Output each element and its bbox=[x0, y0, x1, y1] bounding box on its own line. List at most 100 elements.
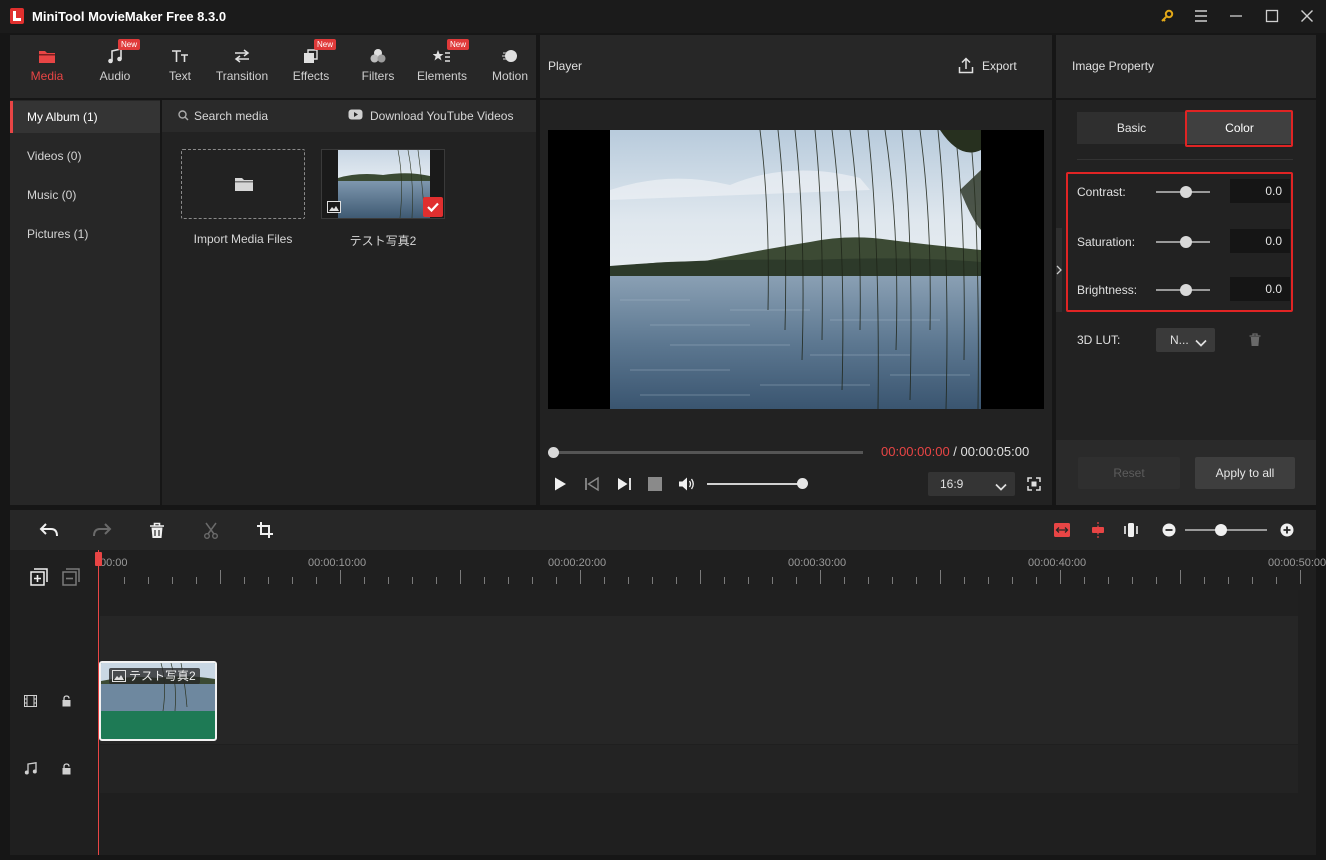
ruler-tick bbox=[268, 577, 269, 584]
import-media-tile[interactable] bbox=[181, 149, 305, 219]
tab-text[interactable]: Text bbox=[163, 35, 197, 98]
export-icon bbox=[958, 57, 974, 77]
sidebar-item-videos[interactable]: Videos (0) bbox=[10, 140, 160, 172]
lut-select[interactable]: N... bbox=[1156, 328, 1215, 352]
undo-icon[interactable] bbox=[38, 520, 60, 540]
tab-audio[interactable]: New Audio bbox=[94, 35, 141, 98]
ruler-tick bbox=[196, 577, 197, 584]
ruler-tick bbox=[244, 577, 245, 584]
add-track-icon[interactable] bbox=[30, 568, 48, 589]
ruler-tick bbox=[988, 577, 989, 584]
tab-effects-label: Effects bbox=[292, 69, 330, 83]
text-icon bbox=[171, 46, 189, 66]
ruler-tick bbox=[1228, 577, 1229, 584]
ruler-tick bbox=[340, 570, 341, 584]
video-track-lock-icon[interactable] bbox=[61, 695, 72, 710]
playback-progress-knob[interactable] bbox=[548, 447, 559, 458]
lake-photo-thumbnail bbox=[338, 150, 430, 218]
ruler-tick bbox=[724, 577, 725, 584]
ruler-tick bbox=[892, 577, 893, 584]
fit-timeline-icon[interactable] bbox=[1051, 520, 1073, 540]
brightness-value[interactable]: 0.0 bbox=[1230, 277, 1290, 301]
sidebar-item-my-album[interactable]: My Album (1) bbox=[10, 101, 160, 133]
ruler-tick bbox=[364, 577, 365, 584]
magnet-snap-icon[interactable] bbox=[1087, 520, 1109, 540]
download-youtube-button[interactable]: Download YouTube Videos bbox=[370, 109, 513, 123]
remove-track-icon[interactable] bbox=[62, 568, 80, 589]
saturation-slider-knob[interactable] bbox=[1180, 236, 1192, 248]
video-preview[interactable] bbox=[548, 130, 1044, 409]
key-icon[interactable] bbox=[1156, 6, 1178, 26]
zoom-slider-knob[interactable] bbox=[1215, 524, 1227, 536]
ruler-tick bbox=[820, 570, 821, 584]
minimize-button[interactable] bbox=[1225, 6, 1247, 26]
playhead-handle[interactable] bbox=[95, 552, 102, 566]
play-button[interactable] bbox=[552, 476, 568, 492]
volume-slider-fill bbox=[707, 483, 802, 485]
tab-basic[interactable]: Basic bbox=[1077, 112, 1186, 144]
tab-motion[interactable]: Motion bbox=[489, 35, 531, 98]
ruler-tick bbox=[604, 577, 605, 584]
color-tab-highlight bbox=[1185, 110, 1293, 147]
next-frame-button[interactable] bbox=[616, 476, 632, 492]
divider bbox=[1077, 159, 1293, 160]
ruler-tick bbox=[652, 577, 653, 584]
tab-effects[interactable]: New Effects bbox=[290, 35, 337, 98]
delete-icon[interactable] bbox=[146, 520, 168, 540]
audio-mixer-icon[interactable] bbox=[1120, 520, 1142, 540]
collapse-handle[interactable] bbox=[1056, 228, 1062, 312]
player-header: Player Export bbox=[540, 35, 1052, 98]
sidebar-item-music[interactable]: Music (0) bbox=[10, 179, 160, 211]
redo-icon[interactable] bbox=[91, 520, 113, 540]
playback-progress-track[interactable] bbox=[553, 451, 863, 454]
audio-track-lock-icon[interactable] bbox=[61, 763, 72, 778]
tab-elements[interactable]: New Elements bbox=[415, 35, 470, 98]
apply-to-all-button[interactable]: Apply to all bbox=[1195, 457, 1295, 489]
image-type-icon bbox=[112, 670, 126, 685]
tab-elements-label: Elements bbox=[416, 69, 468, 83]
volume-slider-knob[interactable] bbox=[797, 478, 808, 489]
export-button[interactable]: Export bbox=[952, 53, 1024, 79]
aspect-ratio-select[interactable]: 16:9 bbox=[928, 472, 1015, 496]
tab-transition-label: Transition bbox=[215, 69, 269, 83]
sidebar-item-pictures[interactable]: Pictures (1) bbox=[10, 218, 160, 250]
video-track[interactable] bbox=[100, 657, 1298, 744]
tab-media[interactable]: Media bbox=[26, 35, 68, 98]
time-ruler[interactable]: 00:00 00:00:10:00 00:00:20:00 00:00:30:0… bbox=[100, 550, 1326, 590]
zoom-in-icon[interactable] bbox=[1276, 520, 1298, 540]
empty-track[interactable] bbox=[100, 616, 1298, 657]
media-thumbnail[interactable] bbox=[321, 149, 445, 219]
split-scissors-icon[interactable] bbox=[200, 520, 222, 540]
category-toolbar: Media New Audio Text Transition New Effe… bbox=[10, 35, 536, 98]
contrast-slider-knob[interactable] bbox=[1180, 186, 1192, 198]
contrast-value[interactable]: 0.0 bbox=[1230, 179, 1290, 203]
folder-icon bbox=[234, 175, 254, 196]
zoom-out-icon[interactable] bbox=[1158, 520, 1180, 540]
brightness-slider-knob[interactable] bbox=[1180, 284, 1192, 296]
tab-transition[interactable]: Transition bbox=[212, 35, 272, 98]
fullscreen-icon[interactable] bbox=[1027, 477, 1041, 491]
maximize-button[interactable] bbox=[1261, 6, 1283, 26]
close-button[interactable] bbox=[1296, 6, 1318, 26]
volume-slider-track[interactable] bbox=[707, 483, 802, 485]
saturation-value[interactable]: 0.0 bbox=[1230, 229, 1290, 253]
folder-icon bbox=[38, 46, 56, 66]
video-track-icon bbox=[24, 695, 37, 710]
stop-button[interactable] bbox=[648, 477, 662, 491]
search-media-input[interactable]: Search media bbox=[194, 109, 268, 123]
audio-track[interactable] bbox=[100, 745, 1298, 793]
reset-button[interactable]: Reset bbox=[1078, 457, 1180, 489]
menu-icon[interactable] bbox=[1190, 6, 1212, 26]
tab-filters[interactable]: Filters bbox=[359, 35, 397, 98]
crop-icon[interactable] bbox=[254, 520, 276, 540]
player-title: Player bbox=[548, 59, 583, 73]
ruler-tick bbox=[484, 577, 485, 584]
ruler-tick bbox=[556, 577, 557, 584]
time-display: 00:00:00:00 / 00:00:05:00 bbox=[881, 444, 1029, 459]
previous-frame-button[interactable] bbox=[584, 476, 600, 492]
timeline-clip[interactable]: テスト写真2 bbox=[99, 661, 217, 741]
playhead[interactable] bbox=[98, 550, 99, 855]
lut-label: 3D LUT: bbox=[1077, 333, 1121, 347]
volume-icon[interactable] bbox=[678, 476, 696, 492]
trash-icon[interactable] bbox=[1249, 333, 1261, 347]
